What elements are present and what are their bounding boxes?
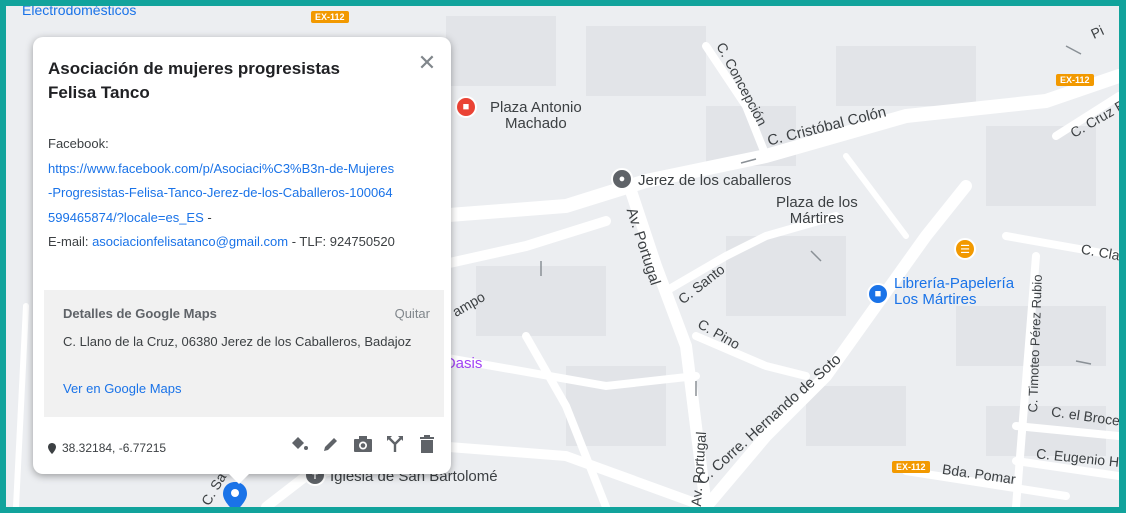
selected-marker-icon[interactable] bbox=[223, 482, 247, 507]
poi-libreria-label: Librería-Papelería Los Mártires bbox=[894, 275, 1015, 308]
delete-icon[interactable] bbox=[416, 433, 438, 455]
ex112-shield-a: EX-112 bbox=[311, 11, 349, 23]
ex112-shield-b: EX-112 bbox=[1056, 74, 1094, 86]
poi-plaza-antonio-label: Plaza Antonio Machado bbox=[490, 99, 582, 132]
separator: - bbox=[203, 209, 212, 225]
facebook-link[interactable]: https://www.facebook.com/p/Asociaci%C3%B… bbox=[48, 161, 394, 225]
remove-button[interactable]: Quitar bbox=[395, 306, 430, 321]
poi-plaza-martires-label: Plaza de los Mártires bbox=[776, 194, 858, 227]
style-icon[interactable] bbox=[288, 433, 310, 455]
jerez-pin[interactable]: ● bbox=[611, 168, 633, 190]
place-info-card: Asociación de mujeres progresistas Felis… bbox=[33, 37, 451, 484]
directions-icon[interactable] bbox=[384, 433, 406, 455]
google-maps-details: Detalles de Google Maps Quitar C. Llano … bbox=[44, 290, 444, 417]
plaza-antonio-pin[interactable]: ■ bbox=[455, 96, 477, 118]
edit-icon[interactable] bbox=[320, 433, 342, 455]
poi-electro-label: Electrodomésticos bbox=[22, 6, 137, 18]
card-toolbar bbox=[288, 433, 438, 455]
location-pin-icon bbox=[48, 442, 56, 454]
place-title: Asociación de mujeres progresistas Felis… bbox=[48, 59, 340, 102]
map-frame[interactable]: Electrodomésticos EX-112 EX-112 EX-112 ■… bbox=[6, 6, 1119, 507]
poi-jerez-label: Jerez de los caballeros bbox=[638, 172, 792, 189]
coordinates: 38.32184, -6.77215 bbox=[48, 441, 166, 455]
google-maps-details-title: Detalles de Google Maps bbox=[63, 306, 217, 321]
close-icon[interactable]: ✕ bbox=[417, 52, 437, 74]
ex112-shield-c: EX-112 bbox=[892, 461, 930, 473]
email-link[interactable]: asociacionfelisatanco@gmail.com bbox=[92, 234, 288, 249]
facebook-label: Facebook: bbox=[48, 136, 109, 151]
camera-icon[interactable] bbox=[352, 433, 374, 455]
place-address: C. Llano de la Cruz, 06380 Jerez de los … bbox=[63, 334, 412, 349]
libreria-pin[interactable]: ■ bbox=[867, 283, 889, 305]
place-description: Facebook: https://www.facebook.com/p/Aso… bbox=[48, 132, 398, 255]
phone-text: - TLF: 924750520 bbox=[288, 234, 395, 249]
coordinates-text: 38.32184, -6.77215 bbox=[62, 441, 167, 455]
restaurant-pin[interactable]: ☰ bbox=[954, 238, 976, 260]
view-in-google-maps-link[interactable]: Ver en Google Maps bbox=[63, 381, 182, 396]
email-label: E-mail: bbox=[48, 234, 93, 249]
